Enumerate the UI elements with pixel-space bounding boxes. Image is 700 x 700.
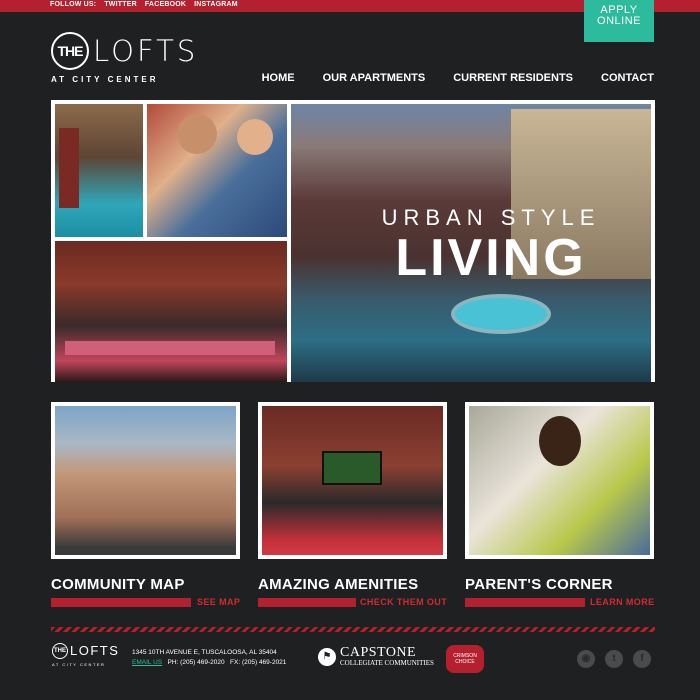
hero-photo-couple [147, 104, 287, 237]
site-logo[interactable]: THE LOFTS AT CITY CENTER [51, 32, 195, 87]
capstone-sub: COLLEGIATE COMMUNITIES [340, 659, 434, 667]
main-nav: HOME OUR APARTMENTS CURRENT RESIDENTS CO… [262, 72, 654, 84]
capstone-name: CAPSTONE [340, 645, 417, 660]
parents-corner-bar [465, 598, 585, 607]
check-them-out-link[interactable]: CHECK THEM OUT [360, 597, 447, 607]
nav-our-apartments[interactable]: OUR APARTMENTS [323, 72, 426, 84]
footer-fax: FX: (205) 469-2021 [230, 659, 287, 666]
parents-corner-title[interactable]: PARENT'S CORNER [465, 576, 613, 593]
footer-contact: 1345 10TH AVENUE E, TUSCALOOSA, AL 35404… [132, 648, 286, 668]
amenities-title[interactable]: AMAZING AMENITIES [258, 576, 418, 593]
community-map-photo[interactable] [51, 402, 240, 559]
amenities-bar [258, 598, 356, 607]
capstone-logo[interactable]: ⚑ CAPSTONE COLLEGIATE COMMUNITIES [318, 646, 434, 668]
footer-phone: PH: (205) 469-2020 [167, 659, 225, 666]
footer-logo-name: LOFTS [70, 643, 120, 658]
twitter-link[interactable]: TWITTER [104, 1, 137, 8]
email-us-link[interactable]: EMAIL US [132, 659, 162, 666]
see-map-link[interactable]: SEE MAP [197, 597, 240, 607]
hero-photo-lounge [55, 241, 287, 382]
hero-headline: LIVING [395, 229, 587, 287]
crimson-choice-badge: CRIMSON CHOICE [446, 645, 484, 673]
logo-subtitle: AT CITY CENTER [51, 75, 159, 84]
hero-photo-courtyard: URBAN STYLE LIVING [291, 104, 651, 382]
facebook-link[interactable]: FACEBOOK [145, 1, 186, 8]
twitter-icon[interactable]: t [605, 650, 623, 668]
nav-home[interactable]: HOME [262, 72, 295, 84]
instagram-icon[interactable]: ◉ [577, 650, 595, 668]
nav-current-residents[interactable]: CURRENT RESIDENTS [453, 72, 573, 84]
footer-address: 1345 10TH AVENUE E, TUSCALOOSA, AL 35404 [132, 649, 277, 656]
parents-corner-photo[interactable] [465, 402, 654, 559]
capstone-building-icon: ⚑ [318, 648, 336, 666]
logo-name: LOFTS [93, 34, 199, 68]
footer-divider [51, 627, 655, 632]
hero-collage: URBAN STYLE LIVING [51, 100, 655, 382]
community-map-bar [51, 598, 191, 607]
learn-more-link[interactable]: LEARN MORE [590, 597, 655, 607]
follow-links: FOLLOW US: TWITTER FACEBOOK INSTAGRAM [50, 1, 238, 8]
hero-tagline: URBAN STYLE [381, 205, 601, 230]
follow-label: FOLLOW US: [50, 1, 97, 8]
apply-line2: ONLINE [597, 15, 641, 27]
apply-online-button[interactable]: APPLY ONLINE [584, 0, 654, 42]
amenities-photo[interactable] [258, 402, 447, 559]
facebook-icon[interactable]: f [633, 650, 651, 668]
badge-line2: CHOICE [455, 659, 475, 665]
hero-photo-pool-wall [55, 104, 143, 237]
community-map-title[interactable]: COMMUNITY MAP [51, 576, 185, 593]
footer-logo-subtitle: AT CITY CENTER [52, 662, 106, 667]
instagram-link[interactable]: INSTAGRAM [194, 1, 238, 8]
hero-pool [451, 294, 551, 334]
footer-logo-circle: THE [52, 643, 68, 659]
footer-logo[interactable]: THE LOFTS AT CITY CENTER [52, 643, 122, 671]
logo-circle: THE [51, 32, 89, 70]
nav-contact[interactable]: CONTACT [601, 72, 654, 84]
